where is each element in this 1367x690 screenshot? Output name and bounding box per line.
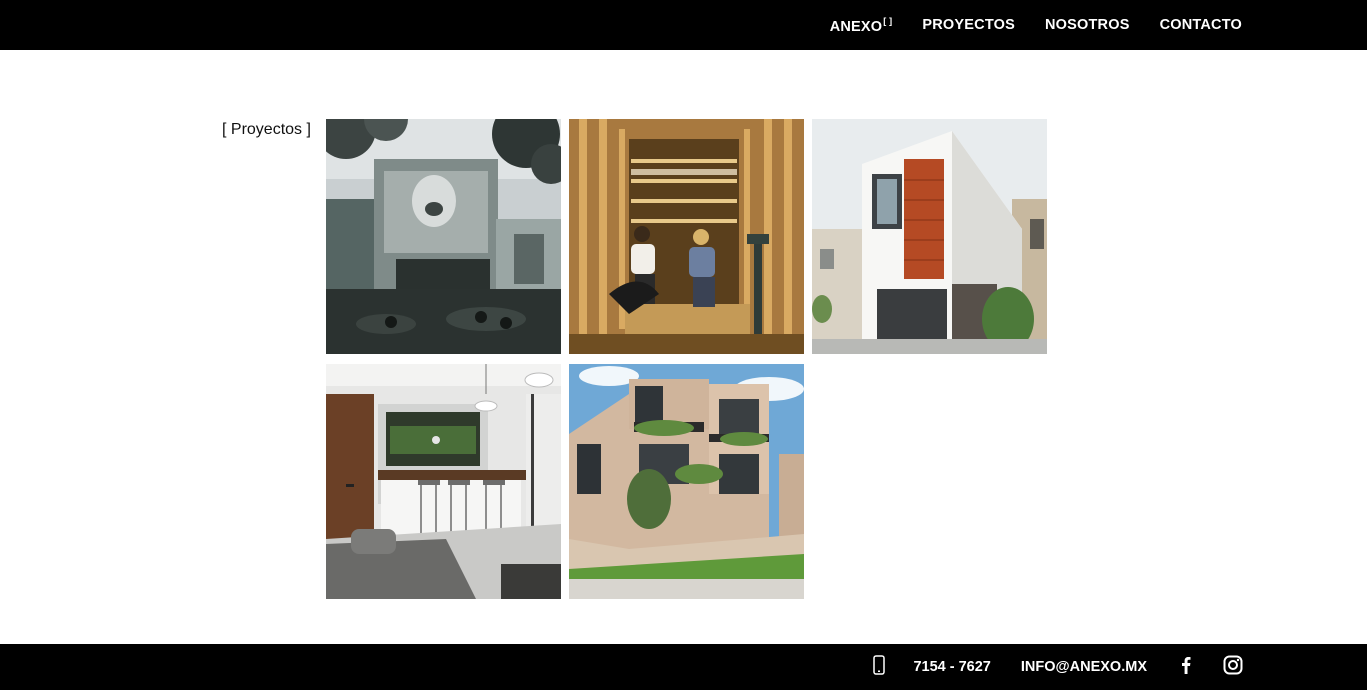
- facebook-icon[interactable]: [1181, 656, 1191, 679]
- main-nav: ANEXO[ ] PROYECTOS NOSOTROS CONTACTO: [830, 0, 1242, 50]
- projects-grid: [326, 119, 1047, 599]
- instagram-icon[interactable]: [1223, 655, 1243, 680]
- nav-item-contacto[interactable]: CONTACTO: [1160, 17, 1242, 33]
- phone-icon: [873, 654, 886, 680]
- footer-phone[interactable]: 7154 - 7627: [913, 659, 990, 675]
- footer-contact: 7154 - 7627 INFO@ANEXO.MX: [873, 644, 1243, 690]
- top-navbar: ANEXO[ ] PROYECTOS NOSOTROS CONTACTO: [0, 0, 1367, 50]
- brand-name: ANEXO: [829, 18, 883, 35]
- nav-item-nosotros[interactable]: NOSOTROS: [1045, 17, 1130, 33]
- project-thumb-interior-tv[interactable]: [326, 364, 561, 599]
- brand-mark: [ ]: [883, 15, 893, 26]
- section-title: [ Proyectos ]: [222, 121, 311, 138]
- project-thumb-residential-block[interactable]: [569, 364, 804, 599]
- footer-email[interactable]: INFO@ANEXO.MX: [1021, 659, 1147, 675]
- project-thumb-white-facade[interactable]: [812, 119, 1047, 354]
- nav-item-proyectos[interactable]: PROYECTOS: [922, 17, 1015, 33]
- nav-brand-anexo[interactable]: ANEXO[ ]: [830, 16, 893, 35]
- project-thumb-forest-house[interactable]: [326, 119, 561, 354]
- footer: 7154 - 7627 INFO@ANEXO.MX: [0, 644, 1367, 690]
- project-thumb-wooden-studio[interactable]: [569, 119, 804, 354]
